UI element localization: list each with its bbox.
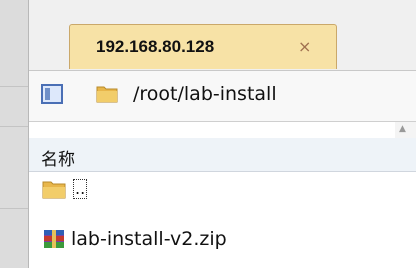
archive-icon [44, 230, 64, 248]
scrollbar-up[interactable]: ▲ [395, 122, 416, 138]
tab-strip: 192.168.80.128 × [29, 0, 416, 70]
column-header-label: 名称 [41, 150, 75, 170]
column-header-name[interactable]: 名称 [29, 138, 416, 172]
left-pane [0, 0, 29, 268]
list-item[interactable]: lab-install-v2.zip [29, 222, 416, 258]
folder-icon [42, 181, 66, 199]
close-icon[interactable]: × [298, 37, 311, 56]
folder-icon [96, 86, 118, 103]
path-input[interactable]: /root/lab-install [133, 83, 277, 105]
list-item-label: lab-install-v2.zip [71, 228, 227, 250]
path-bar: /root/lab-install [29, 70, 416, 122]
divider [0, 86, 28, 87]
tab-session[interactable]: 192.168.80.128 × [69, 24, 337, 69]
panel-toggle-icon[interactable] [41, 84, 63, 104]
divider [0, 208, 28, 209]
divider [0, 126, 28, 127]
list-item[interactable]: .. [29, 172, 416, 208]
tab-title: 192.168.80.128 [96, 37, 215, 56]
list-item-label: .. [73, 179, 88, 199]
